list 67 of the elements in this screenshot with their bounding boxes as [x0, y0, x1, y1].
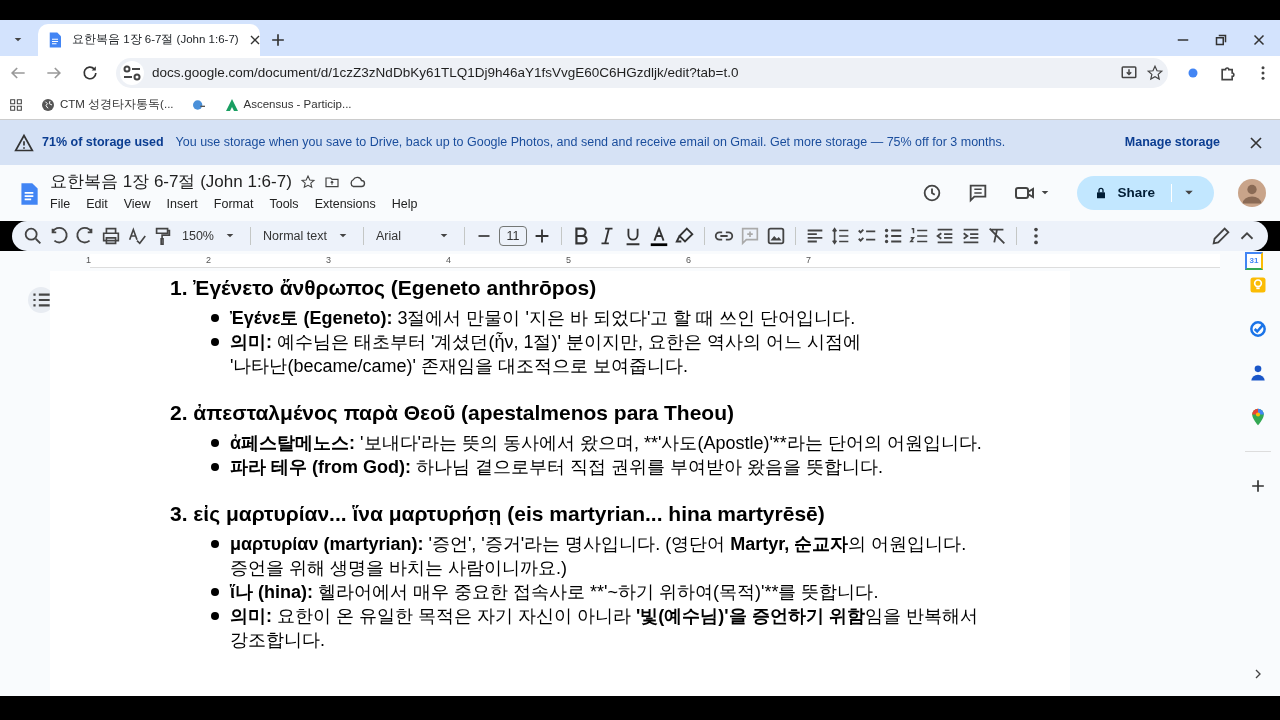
tab-title: 요한복음 1장 6-7절 (John 1:6-7) [72, 32, 239, 48]
edit-mode-icon[interactable] [1210, 225, 1232, 247]
apps-icon[interactable] [8, 96, 24, 113]
bullet-dot [211, 540, 219, 548]
browser-tab[interactable]: 요한복음 1장 6-7절 (John 1:6-7) [38, 24, 260, 56]
text-line: 증언을 위해 생명을 바치는 사람이니까요.) [230, 557, 568, 580]
zoom-dropdown[interactable]: 150% [178, 226, 242, 246]
font-dropdown[interactable]: Arial [372, 226, 456, 246]
bullet-dot [211, 338, 219, 346]
bullet-dot [211, 314, 219, 322]
section-heading: 1. Ἐγένετο ἄνθρωπος (Egeneto anthrōpos) [170, 275, 598, 301]
ruler-number: 1 [86, 254, 91, 267]
text-color-icon[interactable] [648, 225, 670, 247]
manage-storage-link[interactable]: Manage storage [1124, 133, 1220, 152]
text-line: '나타난(became/came)' 존재임을 대조적으로 보여줍니다. [230, 355, 689, 378]
tasks-icon[interactable] [1247, 319, 1268, 339]
style-dropdown[interactable]: Normal text [259, 226, 355, 246]
search-icon[interactable] [22, 225, 44, 247]
ruler-number: 7 [806, 254, 811, 267]
menu-item[interactable]: Help [391, 194, 418, 214]
share-button[interactable]: Share [1077, 176, 1214, 210]
banner-message: You use storage when you save to Drive, back up to Google Photos, and send and receive email on Gmail. Get more storage — 75% off for 3 months. [175, 134, 1007, 152]
bookmark[interactable]: Ascensus - Particip... [223, 95, 352, 114]
star-icon[interactable] [1146, 64, 1164, 82]
avatar[interactable] [1238, 179, 1266, 207]
font-size-field[interactable]: 11 [499, 226, 527, 246]
ruler-number: 6 [686, 254, 691, 267]
calendar-icon[interactable]: 31 [1245, 252, 1263, 270]
menu-item[interactable]: Insert [166, 194, 198, 214]
bullet-dot [211, 463, 219, 471]
spellcheck-icon[interactable] [126, 225, 148, 247]
star-icon[interactable] [299, 173, 316, 190]
globe-icon [40, 96, 56, 113]
url-text: docs.google.com/document/d/1czZ3zNdDbKy61TLQ1Dj9h46aY1fsVvgE60C6HGzdljk/edit?tab=t.0 [152, 63, 740, 82]
text-line: 의미: 요한이 온 유일한 목적은 자기 자신이 아니라 '빛(예수님)'을 증언하기 위함임을 반복해서 [230, 605, 978, 628]
image-icon[interactable] [765, 225, 787, 247]
text-line: 파라 테우 (from God): 하나님 곁으로부터 직접 권위를 부여받아 왔음을 뜻합니다. [230, 456, 883, 479]
bullet-dot [211, 588, 219, 596]
ruler-number: 2 [206, 254, 211, 267]
text-line: ἵ나 (hina): 헬라어에서 매우 중요한 접속사로 **'~하기 위하여(목적)'**를 뜻합니다. [230, 581, 879, 604]
menu-item[interactable]: Format [213, 194, 254, 214]
text-line: 의미: 예수님은 태초부터 '계셨던(ἦν, 1절)' 분이지만, 요한은 역사의 어느 시점에 [230, 331, 861, 354]
bullet-dot [211, 612, 219, 620]
menu-item[interactable]: Edit [86, 194, 108, 214]
text-line: ἀ페스탈메노스: '보내다'라는 뜻의 동사에서 왔으며, **'사도(Apostle)'**라는 단어의 어원입니다. [230, 432, 982, 455]
address-bar[interactable]: docs.google.com/document/d/1czZ3zNdDbKy61TLQ1Dj9h46aY1fsVvgE60C6HGzdljk/edit?tab=t.0 [116, 58, 1168, 88]
site-settings-icon[interactable] [120, 61, 144, 85]
bookmark[interactable]: CTM 성경타자통독(... [40, 95, 174, 114]
warning-icon [14, 132, 34, 153]
print-icon[interactable] [100, 225, 122, 247]
menu-item[interactable]: File [50, 194, 71, 214]
section-heading: 3. εἰς μαρτυρίαν... ἵνα μαρτυρήσῃ (eis martyrian... hina martyrēsē) [170, 501, 826, 527]
section-heading: 2. ἀπεσταλμένος παρὰ Θεοῦ (apestalmenos para Theou) [170, 400, 736, 426]
ruler-number: 3 [326, 254, 331, 267]
clear-formatting-icon[interactable] [986, 225, 1008, 247]
ruler-number: 5 [566, 254, 571, 267]
menu-item[interactable]: Tools [269, 194, 299, 214]
reload-icon[interactable] [80, 63, 100, 83]
text-line: μαρτυρίαν (martyrian): '증언', '증거'라는 명사입니다. (영단어 Martyr, 순교자의 어원입니다. [230, 533, 967, 556]
bullet-dot [211, 439, 219, 447]
menu-item[interactable]: View [123, 194, 151, 214]
document-title[interactable]: 요한복음 1장 6-7절 (John 1:6-7) [50, 169, 292, 195]
menu-item[interactable]: Extensions [314, 194, 376, 214]
ruler-number: 4 [446, 254, 451, 267]
text-line: 강조합니다. [230, 629, 326, 652]
banner-title: 71% of storage used [42, 134, 164, 152]
text-line: Ἐγένε토 (Egeneto): 3절에서 만물이 '지은 바 되었다'고 할 때 쓰인 단어입니다. [230, 307, 856, 330]
